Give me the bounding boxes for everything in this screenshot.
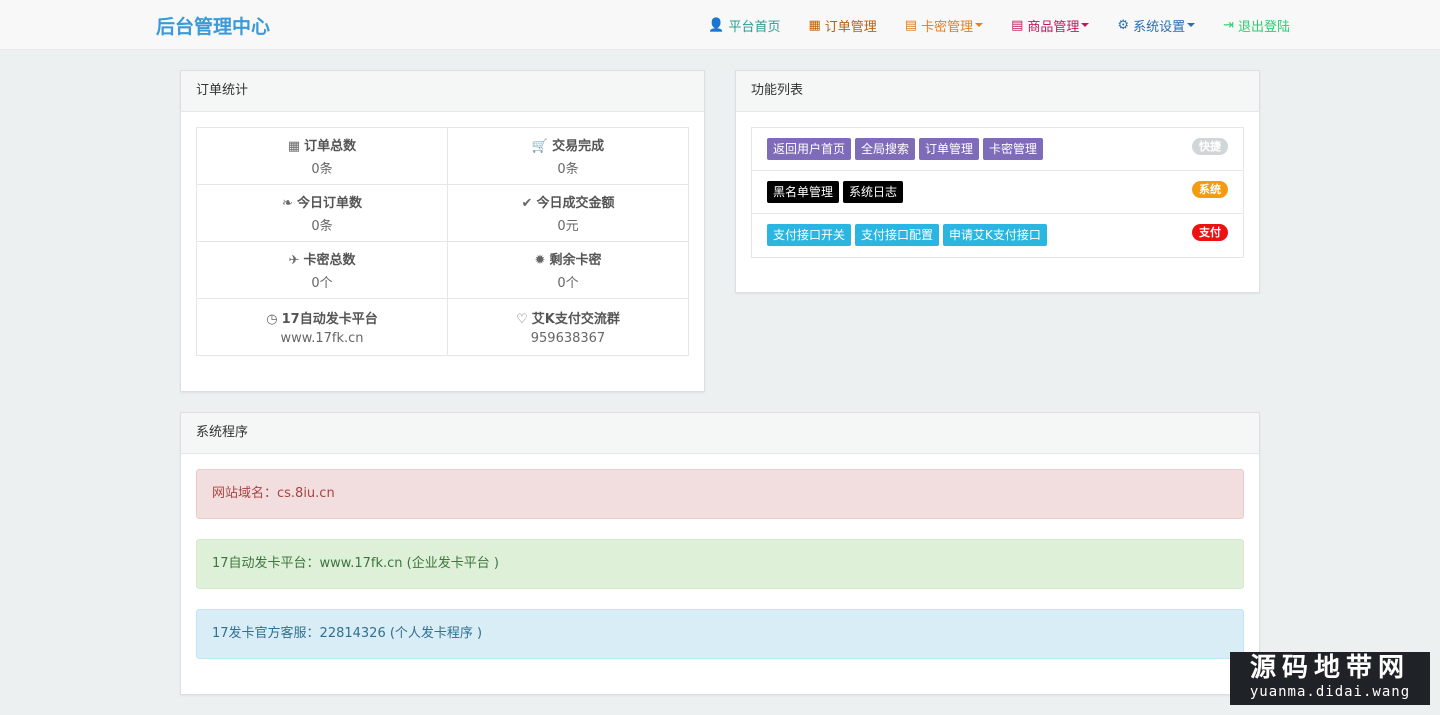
system-heading: 系统程序 [181, 413, 1259, 454]
stat-value: 0个 [557, 276, 579, 291]
stats-row: ❧ 今日订单数 0条 ✔ 今日成交金额 0元 [196, 184, 689, 242]
nav-orders[interactable]: ▦ 订单管理 [808, 16, 876, 35]
stat-cell: ◷ 17自动发卡平台 www.17fk.cn [196, 298, 448, 356]
watermark: 源码地带网 yuanma.didai.wang [1230, 652, 1430, 705]
nav-home[interactable]: 👤 平台首页 [708, 16, 780, 35]
stat-title: ◷ 17自动发卡平台 [197, 308, 447, 327]
function-list-heading: 功能列表 [736, 71, 1259, 112]
function-button[interactable]: 全局搜索 [855, 138, 916, 160]
stats-row: ▦ 订单总数 0条 🛒 交易完成 0条 [196, 127, 689, 185]
stat-cell: 🛒 交易完成 0条 [447, 127, 689, 185]
stat-title: ✔ 今日成交金额 [448, 192, 688, 211]
main-nav: 👤 平台首页 ▦ 订单管理 ▤ 卡密管理 ▤ 商品管理 ⚙ 系统设置 ⇥ 退出登陆 [680, 0, 1290, 50]
nav-logout-icon: ⇥ [1223, 17, 1234, 33]
function-button[interactable]: 返回用户首页 [767, 138, 852, 160]
caret-down-icon [1081, 23, 1090, 27]
watermark-title: 源码地带网 [1249, 653, 1410, 683]
nav-cards[interactable]: ▤ 卡密管理 [904, 16, 984, 35]
stat-title: ▦ 订单总数 [197, 135, 447, 154]
nav-logout[interactable]: ⇥ 退出登陆 [1223, 16, 1290, 35]
category-badge: 系统 [1192, 181, 1228, 198]
stat-icon: ✹ [534, 253, 546, 268]
caret-down-icon [1187, 23, 1196, 27]
stat-title: 🛒 交易完成 [448, 135, 688, 154]
stats-row: ✈ 卡密总数 0个 ✹ 剩余卡密 0个 [196, 241, 689, 299]
order-stats-heading: 订单统计 [181, 71, 704, 112]
category-badge: 快捷 [1192, 138, 1228, 155]
brand-title[interactable]: 后台管理中心 [156, 12, 270, 39]
function-list: 返回用户首页 全局搜索 订单管理 卡密管理 快捷黑名单管理 系统日志 系统支付接口开关 支付接… [751, 127, 1244, 258]
function-button[interactable]: 黑名单管理 [767, 181, 840, 203]
nav-cards-icon: ▤ [904, 17, 918, 33]
stat-cell: ✹ 剩余卡密 0个 [447, 241, 689, 299]
stat-title: ❧ 今日订单数 [197, 192, 447, 211]
order-stats-table: ▦ 订单总数 0条 🛒 交易完成 0条 ❧ 今日订单数 0条 ✔ 今日成交金额 0元 ✈ 卡密总数 0个 ✹ 剩… [196, 127, 689, 356]
stat-title: ✈ 卡密总数 [197, 249, 447, 268]
caret-down-icon [975, 23, 984, 27]
stat-label: 交易完成 [552, 139, 605, 154]
stat-value: 0条 [311, 162, 333, 177]
function-row: 支付接口开关 支付接口配置 申请艾K支付接口 支付 [752, 214, 1243, 257]
stat-label: 今日订单数 [296, 196, 362, 211]
stat-icon: 🛒 [531, 139, 549, 154]
stat-value: www.17fk.cn [280, 331, 364, 346]
function-list-panel: 功能列表 返回用户首页 全局搜索 订单管理 卡密管理 快捷黑名单管理 系统日志 系统支付接口… [735, 70, 1260, 293]
nav-home-icon: 👤 [708, 17, 725, 33]
stat-value: 0条 [557, 162, 579, 177]
system-alert: 17发卡官方客服：22814326 (个人发卡程序 ) [196, 609, 1244, 659]
stat-icon: ▦ [287, 139, 301, 154]
stat-cell: ✈ 卡密总数 0个 [196, 241, 448, 299]
function-row: 黑名单管理 系统日志 系统 [752, 171, 1243, 214]
stat-label: 17自动发卡平台 [281, 312, 378, 327]
nav-settings-icon: ⚙ [1117, 17, 1130, 33]
function-button[interactable]: 卡密管理 [983, 138, 1044, 160]
function-button[interactable]: 订单管理 [919, 138, 980, 160]
watermark-url: yuanma.didai.wang [1249, 684, 1411, 700]
stat-value: 0元 [557, 219, 579, 234]
stat-icon: ✈ [288, 253, 300, 268]
stat-icon: ◷ [266, 312, 278, 327]
nav-orders-label: 订单管理 [824, 19, 877, 35]
stats-row: ◷ 17自动发卡平台 www.17fk.cn ♡ 艾K支付交流群 959638367 [196, 298, 689, 356]
function-button[interactable]: 支付接口开关 [767, 224, 852, 246]
stat-icon: ♡ [516, 312, 528, 327]
nav-settings[interactable]: ⚙ 系统设置 [1117, 16, 1196, 35]
system-alert: 17自动发卡平台：www.17fk.cn (企业发卡平台 ) [196, 539, 1244, 589]
stat-value: 0个 [311, 276, 333, 291]
stat-title: ♡ 艾K支付交流群 [448, 308, 688, 327]
function-button[interactable]: 支付接口配置 [855, 224, 940, 246]
nav-logout-label: 退出登陆 [1237, 19, 1290, 35]
function-row: 返回用户首页 全局搜索 订单管理 卡密管理 快捷 [752, 128, 1243, 171]
stat-cell: ♡ 艾K支付交流群 959638367 [447, 298, 689, 356]
nav-home-label: 平台首页 [728, 19, 781, 35]
stat-label: 今日成交金额 [536, 196, 615, 211]
system-panel: 系统程序 网站域名：cs.8iu.cn 17自动发卡平台：www.17fk.cn … [180, 412, 1260, 695]
stat-label: 剩余卡密 [549, 253, 602, 268]
system-alert: 网站域名：cs.8iu.cn [196, 469, 1244, 519]
stat-label: 订单总数 [304, 139, 357, 154]
function-button[interactable]: 系统日志 [843, 181, 904, 203]
nav-orders-icon: ▦ [808, 17, 821, 33]
nav-settings-label: 系统设置 [1133, 19, 1186, 35]
stat-icon: ✔ [521, 196, 533, 211]
nav-products[interactable]: ▤ 商品管理 [1011, 16, 1090, 35]
stat-icon: ❧ [282, 196, 293, 211]
stat-value: 0条 [311, 219, 333, 234]
stat-cell: ✔ 今日成交金额 0元 [447, 184, 689, 242]
stat-cell: ▦ 订单总数 0条 [196, 127, 448, 185]
stat-title: ✹ 剩余卡密 [448, 249, 688, 268]
function-button[interactable]: 申请艾K支付接口 [943, 224, 1047, 246]
top-navbar: 后台管理中心 👤 平台首页 ▦ 订单管理 ▤ 卡密管理 ▤ 商品管理 ⚙ 系统设置 ⇥ 退出登陆 [0, 0, 1440, 50]
stat-value: 959638367 [530, 331, 606, 346]
stat-cell: ❧ 今日订单数 0条 [196, 184, 448, 242]
nav-cards-label: 卡密管理 [921, 19, 974, 35]
stat-label: 艾K支付交流群 [531, 312, 620, 327]
stat-label: 卡密总数 [303, 253, 356, 268]
nav-products-icon: ▤ [1011, 17, 1024, 33]
order-stats-panel: 订单统计 ▦ 订单总数 0条 🛒 交易完成 0条 ❧ 今日订单数 0条 ✔ 今日成交金额 0元 ✈ 卡密总… [180, 70, 705, 392]
category-badge: 支付 [1192, 224, 1228, 241]
nav-products-label: 商品管理 [1027, 19, 1080, 35]
